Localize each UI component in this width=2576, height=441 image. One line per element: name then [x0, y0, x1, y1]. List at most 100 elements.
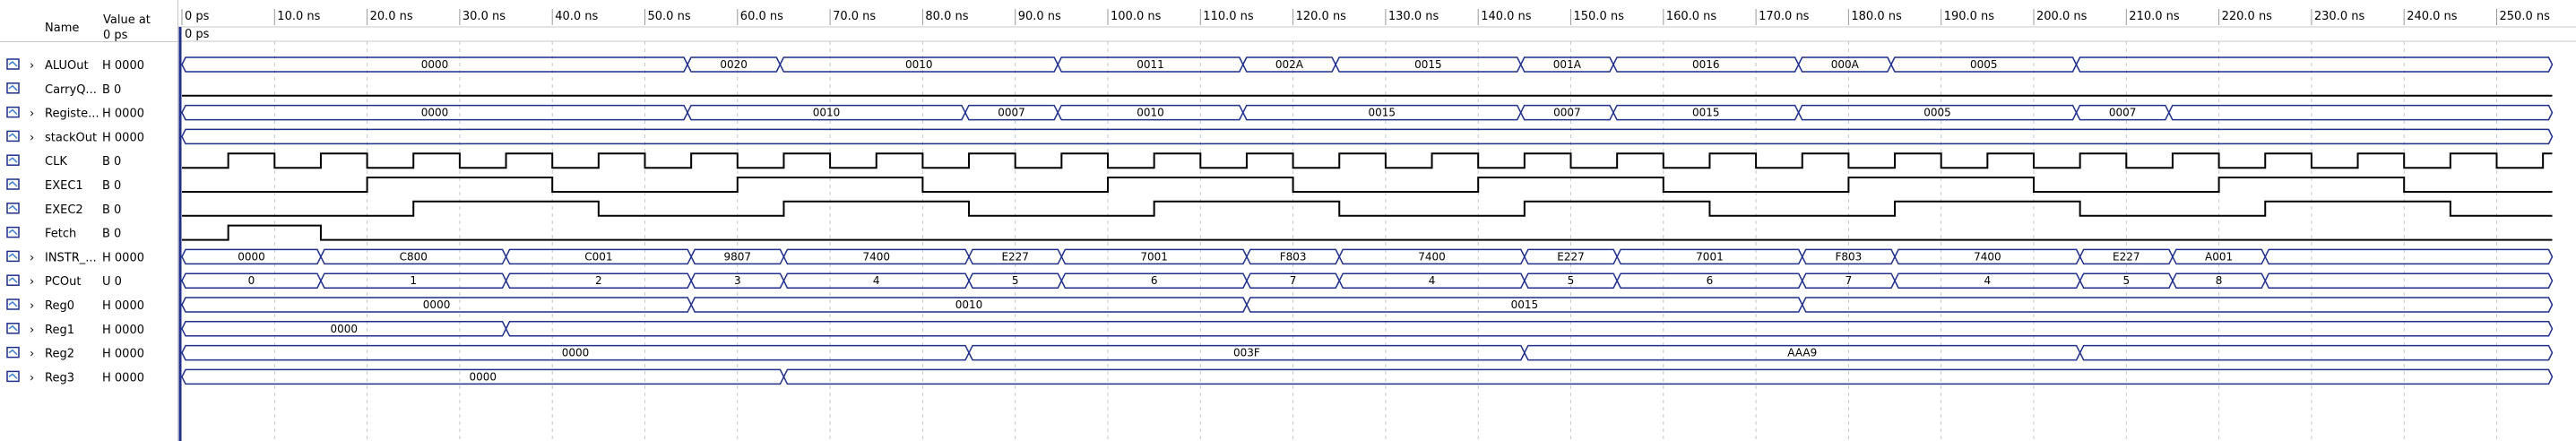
bus-segment[interactable]: 0011	[1057, 56, 1244, 73]
bus-segment[interactable]: 4	[782, 272, 970, 289]
bus-segment[interactable]: 5	[1524, 272, 1618, 289]
bus-segment[interactable]: 0010	[690, 297, 1248, 313]
waveform-instr[interactable]: 0000 C800 C001 9807 7400 E227 7001 F803 7400 E227…	[181, 248, 2554, 265]
bus-segment[interactable]: 6	[1616, 272, 1803, 289]
bus-segment[interactable]: 001A	[1519, 56, 1614, 73]
bus-segment[interactable]: 4	[1894, 272, 2081, 289]
bus-segment[interactable]: E227	[2079, 248, 2174, 265]
bus-segment[interactable]: 0015	[1246, 297, 1803, 313]
bus-segment[interactable]: 0010	[1057, 104, 1244, 121]
bus-segment[interactable]: F803	[1801, 248, 1896, 265]
bus-segment[interactable]: 002A	[1241, 56, 1336, 73]
bus-segment[interactable]: 0000	[181, 321, 507, 337]
bus-segment[interactable]: 0000	[181, 248, 322, 265]
bus-segment[interactable]: C800	[320, 248, 507, 265]
expand-chevron-icon[interactable]: ›	[30, 324, 34, 337]
bus-segment[interactable]: 0015	[1241, 104, 1522, 121]
waveform-reg3[interactable]: 0000	[181, 368, 2554, 385]
bus-segment[interactable]: E227	[1524, 248, 1618, 265]
expand-chevron-icon[interactable]: ›	[30, 108, 34, 121]
waveform-exec1[interactable]	[182, 177, 2553, 193]
expand-chevron-icon[interactable]: ›	[30, 251, 34, 264]
waveform-registe[interactable]: 0000 0010 0007 0010 0015 0007 0015 0005 0007	[181, 104, 2554, 121]
signal-row[interactable]: EXEC2 B 0	[6, 203, 121, 217]
bus-segment[interactable]: 003F	[968, 344, 1526, 361]
bus-segment[interactable]: A001	[2172, 248, 2267, 265]
bus-segment[interactable]: 7	[1801, 272, 1896, 289]
bus-segment[interactable]: 1	[320, 272, 507, 289]
bus-segment[interactable]: 7400	[1338, 248, 1526, 265]
signal-row[interactable]: › INSTR_... H 0000	[6, 250, 144, 264]
waveform-stackout[interactable]	[181, 128, 2554, 145]
bus-segment[interactable]	[181, 128, 2554, 145]
bus-segment[interactable]: 0015	[1612, 104, 1800, 121]
bus-segment[interactable]: E227	[968, 248, 1063, 265]
bus-segment[interactable]: 2	[505, 272, 692, 289]
bus-segment[interactable]: 0000	[181, 344, 970, 361]
bus-segment[interactable]: 0016	[1612, 56, 1800, 73]
bus-segment[interactable]: 0007	[2075, 104, 2170, 121]
signal-row[interactable]: › Registe... H 0000	[6, 106, 144, 121]
bus-segment[interactable]: 0	[181, 272, 322, 289]
signal-row[interactable]: › Reg0 H 0000	[6, 298, 144, 313]
waveform-pcout[interactable]: 0 1 2 3 4 5 6 7 4 5 6 7 4 5 8	[181, 272, 2554, 289]
bus-segment[interactable]: 5	[968, 272, 1063, 289]
signal-row[interactable]: EXEC1 B 0	[6, 178, 121, 193]
bus-segment[interactable]	[2079, 344, 2554, 361]
signal-row[interactable]: Fetch B 0	[6, 226, 121, 241]
bus-segment[interactable]: 7400	[782, 248, 970, 265]
bus-segment[interactable]: 0000	[181, 297, 692, 313]
signal-row[interactable]: › Reg2 H 0000	[6, 346, 144, 361]
expand-chevron-icon[interactable]: ›	[30, 371, 34, 385]
signal-row[interactable]: CarryQ... B 0	[6, 82, 121, 97]
bus-segment[interactable]: 000A	[1797, 56, 1892, 73]
bus-segment[interactable]: 0005	[1890, 56, 2078, 73]
signal-row[interactable]: › stackOut H 0000	[6, 130, 144, 144]
waveform-aluout[interactable]: 0000 0020 0010 0011 002A 0015 001A 0016 000A 0005	[181, 56, 2554, 73]
waveform-fetch[interactable]	[182, 224, 2553, 241]
bus-segment[interactable]	[2075, 56, 2554, 73]
bus-segment[interactable]: 0000	[181, 104, 688, 121]
bus-segment[interactable]: 4	[1338, 272, 1526, 289]
bus-segment[interactable]	[2167, 104, 2554, 121]
expand-chevron-icon[interactable]: ›	[30, 348, 34, 361]
waveform-reg0[interactable]: 0000 0010 0015	[181, 297, 2554, 313]
waveform-exec2[interactable]	[182, 200, 2553, 217]
bus-segment[interactable]	[1801, 297, 2554, 313]
waveform-panel[interactable]: 0 ps 10.0 ns 20.0 ns 30.0 ns 40.0 ns 50.0 ns 6…	[177, 0, 2576, 441]
signal-row[interactable]: › Reg1 H 0000	[6, 323, 144, 337]
bus-segment[interactable]	[2264, 248, 2554, 265]
bus-segment[interactable]: 0005	[1797, 104, 2078, 121]
waveform-canvas[interactable]: 0 ps 10.0 ns 20.0 ns 30.0 ns 40.0 ns 50.0 ns 6…	[177, 0, 2576, 441]
expand-chevron-icon[interactable]: ›	[30, 59, 34, 73]
bus-segment[interactable]: 0000	[181, 56, 688, 73]
bus-segment[interactable]: C001	[505, 248, 692, 265]
bus-segment[interactable]: 0007	[1519, 104, 1614, 121]
bus-segment[interactable]: 9807	[690, 248, 785, 265]
bus-segment[interactable]: 7001	[1616, 248, 1803, 265]
signal-row[interactable]: › ALUOut H 0000	[6, 58, 144, 73]
signal-row[interactable]: › PCOut U 0	[6, 274, 122, 289]
waveform-reg2[interactable]: 0000 003F AAA9	[181, 344, 2554, 361]
bus-segment[interactable]: 0020	[687, 56, 782, 73]
bus-segment[interactable]: 7400	[1894, 248, 2081, 265]
waveform-clk[interactable]	[182, 152, 2553, 169]
bus-segment[interactable]: AAA9	[1524, 344, 2081, 361]
bus-segment[interactable]	[505, 321, 2554, 337]
signal-row[interactable]: › Reg3 H 0000	[6, 370, 144, 385]
expand-chevron-icon[interactable]: ›	[30, 131, 34, 144]
bus-segment[interactable]	[2264, 272, 2554, 289]
bus-segment[interactable]	[782, 368, 2554, 385]
expand-chevron-icon[interactable]: ›	[30, 299, 34, 313]
bus-segment[interactable]: 0000	[181, 368, 785, 385]
bus-segment[interactable]: 0010	[779, 56, 1059, 73]
time-ruler[interactable]: 0 ps 10.0 ns 20.0 ns 30.0 ns 40.0 ns 50.0 ns 6…	[181, 9, 2550, 25]
expand-chevron-icon[interactable]: ›	[30, 275, 34, 289]
bus-segment[interactable]: 0010	[687, 104, 966, 121]
bus-segment[interactable]: 6	[1060, 272, 1248, 289]
bus-segment[interactable]: 3	[690, 272, 785, 289]
signal-row[interactable]: CLK B 0	[6, 154, 121, 169]
bus-segment[interactable]: 7001	[1060, 248, 1248, 265]
bus-segment[interactable]: 8	[2172, 272, 2267, 289]
bus-segment[interactable]: F803	[1246, 248, 1341, 265]
